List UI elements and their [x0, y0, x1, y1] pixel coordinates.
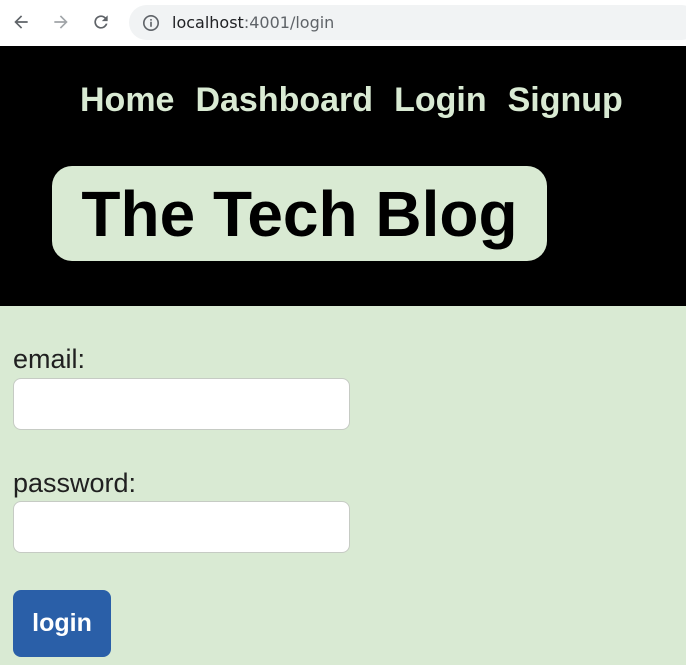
- nav-link-home[interactable]: Home: [80, 80, 174, 120]
- nav-link-login[interactable]: Login: [394, 80, 487, 120]
- site-header: Home Dashboard Login Signup The Tech Blo…: [0, 46, 686, 306]
- address-bar[interactable]: localhost:4001/login: [129, 5, 686, 40]
- nav-link-dashboard[interactable]: Dashboard: [195, 80, 373, 120]
- main-nav: Home Dashboard Login Signup: [80, 80, 623, 120]
- forward-button[interactable]: [49, 10, 73, 34]
- url-host: localhost: [172, 13, 244, 32]
- reload-icon: [94, 15, 108, 29]
- arrow-left-icon: [14, 15, 28, 29]
- info-icon[interactable]: [142, 14, 160, 32]
- back-button[interactable]: [9, 10, 33, 34]
- url-text: localhost:4001/login: [172, 13, 334, 32]
- site-title: The Tech Blog: [81, 177, 518, 250]
- login-button[interactable]: login: [13, 590, 111, 657]
- browser-toolbar: localhost:4001/login: [0, 0, 686, 46]
- nav-link-signup[interactable]: Signup: [508, 80, 623, 120]
- email-label: email:: [13, 344, 86, 374]
- url-path: :4001/login: [243, 13, 335, 32]
- password-label: password:: [13, 468, 137, 498]
- arrow-right-icon: [54, 15, 68, 29]
- email-input[interactable]: [13, 378, 350, 430]
- password-input[interactable]: [13, 501, 350, 553]
- site-title-box: The Tech Blog: [52, 166, 547, 261]
- login-form: email: password: login: [0, 306, 686, 665]
- reload-button[interactable]: [89, 10, 113, 34]
